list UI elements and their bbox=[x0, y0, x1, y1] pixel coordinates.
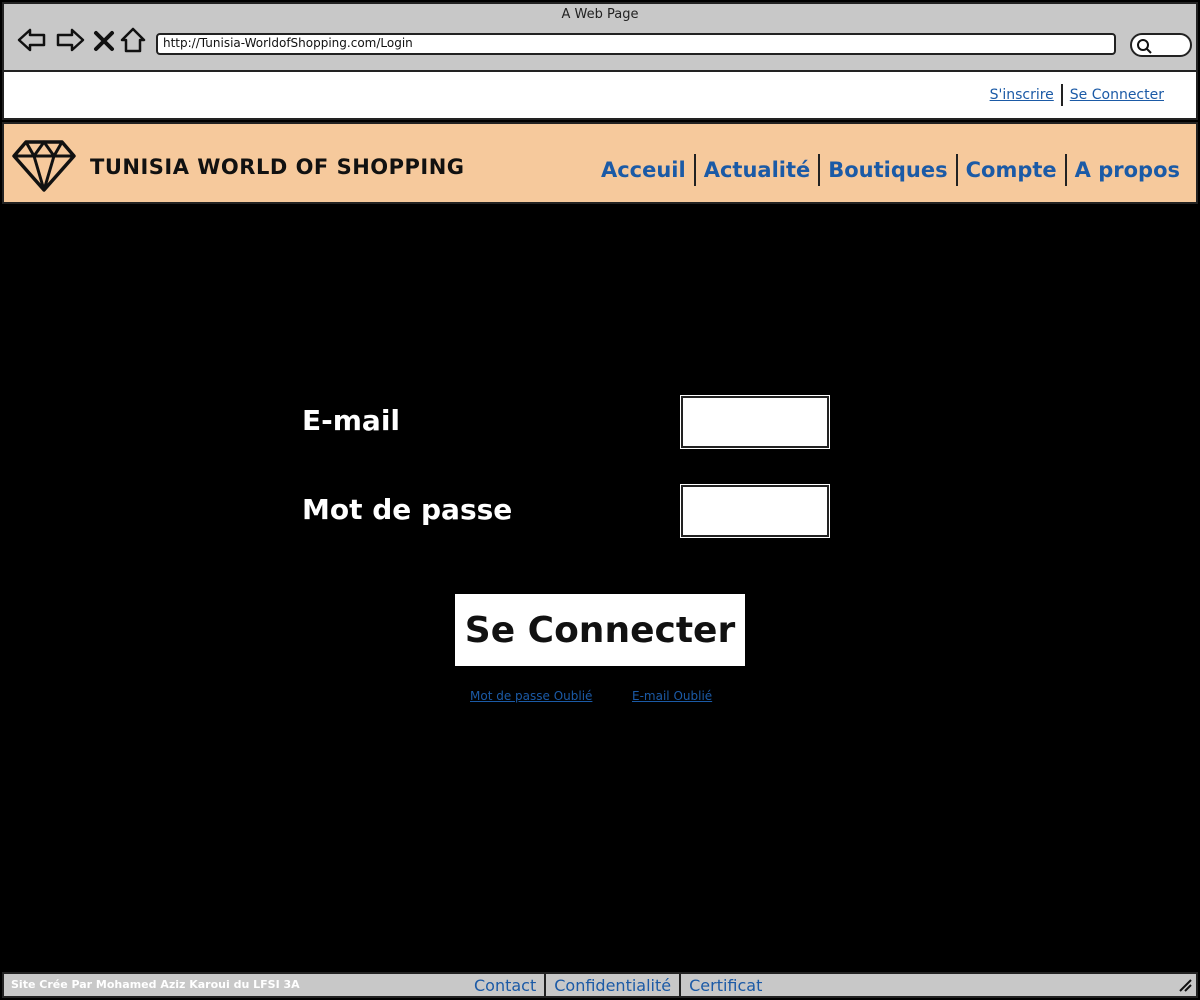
search-icon bbox=[1137, 39, 1152, 54]
footer-link-confidentialite[interactable]: Confidentialité bbox=[546, 976, 679, 995]
close-icon[interactable] bbox=[90, 24, 118, 56]
email-label: E-mail bbox=[302, 404, 401, 437]
home-icon[interactable] bbox=[118, 24, 148, 56]
main-nav: Acceuil Actualité Boutiques Compte A pro… bbox=[593, 154, 1188, 186]
nav-item-boutiques[interactable]: Boutiques bbox=[820, 158, 955, 182]
footer-nav: Contact Confidentialité Certificat bbox=[466, 973, 770, 997]
footer-link-contact[interactable]: Contact bbox=[466, 976, 544, 995]
forgot-password-link[interactable]: Mot de passe Oublié bbox=[470, 689, 592, 703]
nav-item-acceuil[interactable]: Acceuil bbox=[593, 158, 694, 182]
signup-link[interactable]: S'inscrire bbox=[983, 87, 1061, 103]
forgot-email-link[interactable]: E-mail Oublié bbox=[632, 689, 712, 703]
resize-grip-icon[interactable] bbox=[1178, 978, 1192, 992]
url-bar[interactable]: http://Tunisia-WorldofShopping.com/Login bbox=[156, 33, 1116, 55]
site-title: TUNISIA WORLD OF SHOPPING bbox=[90, 155, 465, 179]
browser-search-box[interactable] bbox=[1130, 33, 1192, 57]
login-button[interactable]: Se Connecter bbox=[455, 594, 745, 666]
back-arrow-icon[interactable] bbox=[16, 24, 48, 56]
diamond-logo-icon[interactable] bbox=[10, 138, 78, 194]
password-label: Mot de passe bbox=[302, 493, 513, 526]
window-title: A Web Page bbox=[561, 7, 639, 22]
login-link[interactable]: Se Connecter bbox=[1063, 87, 1171, 103]
browser-chrome: A Web Page http://Tunisia-WorldofShoppin… bbox=[2, 2, 1198, 70]
footer-link-certificat[interactable]: Certificat bbox=[681, 976, 770, 995]
nav-item-a-propos[interactable]: A propos bbox=[1067, 158, 1188, 182]
site-header: TUNISIA WORLD OF SHOPPING Acceuil Actual… bbox=[2, 122, 1198, 204]
nav-item-compte[interactable]: Compte bbox=[958, 158, 1065, 182]
password-field[interactable] bbox=[680, 484, 830, 538]
email-field[interactable] bbox=[680, 395, 830, 449]
footer: Site Crée Par Mohamed Aziz Karoui du LFS… bbox=[2, 972, 1198, 998]
footer-credit: Site Crée Par Mohamed Aziz Karoui du LFS… bbox=[11, 978, 300, 991]
nav-item-actualite[interactable]: Actualité bbox=[696, 158, 819, 182]
auth-bar: S'inscrire Se Connecter bbox=[2, 70, 1198, 120]
forward-arrow-icon[interactable] bbox=[54, 24, 86, 56]
